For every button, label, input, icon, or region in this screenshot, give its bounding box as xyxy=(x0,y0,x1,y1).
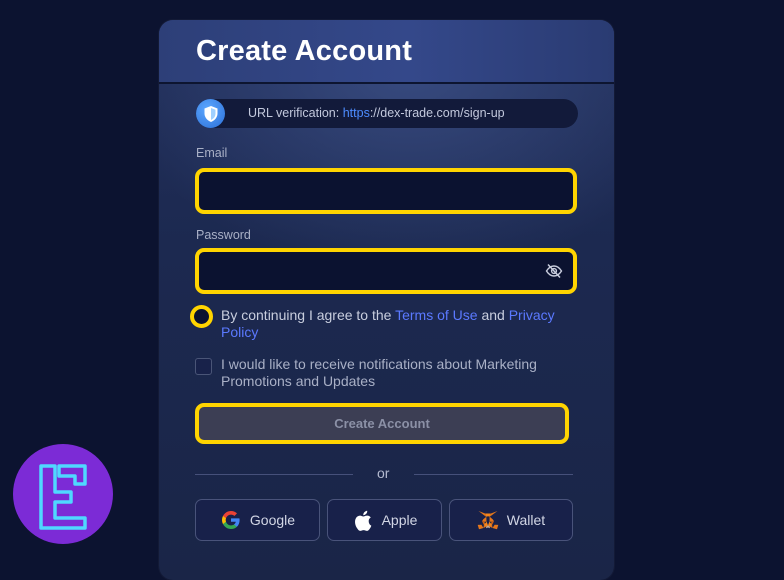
apple-label: Apple xyxy=(381,512,418,528)
url-verification-text: URL verification: https://dex-trade.com/… xyxy=(248,106,505,120)
password-field-wrapper xyxy=(195,248,577,294)
wallet-signin-button[interactable]: Wallet xyxy=(449,499,573,541)
password-field[interactable] xyxy=(199,252,573,290)
url-verification-label: URL verification: xyxy=(248,106,343,120)
google-label: Google xyxy=(249,512,296,528)
url-rest: ://dex-trade.com/sign-up xyxy=(369,106,505,120)
terms-of-use-link[interactable]: Terms of Use xyxy=(395,307,477,323)
card-header: Create Account xyxy=(159,20,614,84)
eye-off-icon[interactable] xyxy=(545,263,563,279)
divider-line-left xyxy=(195,474,353,475)
apple-signin-button[interactable]: Apple xyxy=(327,499,442,541)
url-scheme: https xyxy=(342,106,370,120)
signup-card: Create Account URL verification: https:/… xyxy=(159,20,614,580)
agree-radio-dot xyxy=(197,312,206,321)
agree-radio[interactable] xyxy=(190,305,213,328)
email-label: Email xyxy=(196,146,228,160)
google-signin-button[interactable]: Google xyxy=(195,499,320,541)
google-icon xyxy=(220,509,242,531)
apple-icon xyxy=(352,509,374,531)
agreement-text: By continuing I agree to the Terms of Us… xyxy=(221,307,571,341)
password-label: Password xyxy=(196,228,251,242)
wallet-label: Wallet xyxy=(506,512,546,528)
agreement-and: and xyxy=(477,307,509,323)
brand-logo xyxy=(13,444,113,544)
email-field[interactable] xyxy=(199,172,573,210)
notifications-label: I would like to receive notifications ab… xyxy=(221,356,537,389)
create-account-button[interactable]: Create Account xyxy=(195,403,569,444)
url-verification-bar: URL verification: https://dex-trade.com/… xyxy=(196,99,578,128)
divider-line-right xyxy=(414,474,573,475)
email-field-wrapper xyxy=(195,168,577,214)
or-text: or xyxy=(377,465,390,481)
page-title: Create Account xyxy=(196,35,413,67)
or-divider: or xyxy=(195,465,573,483)
agreement-prefix: By continuing I agree to the xyxy=(221,307,396,323)
metamask-fox-icon xyxy=(477,509,499,531)
notifications-checkbox[interactable] xyxy=(195,358,212,375)
shield-icon xyxy=(196,99,225,128)
